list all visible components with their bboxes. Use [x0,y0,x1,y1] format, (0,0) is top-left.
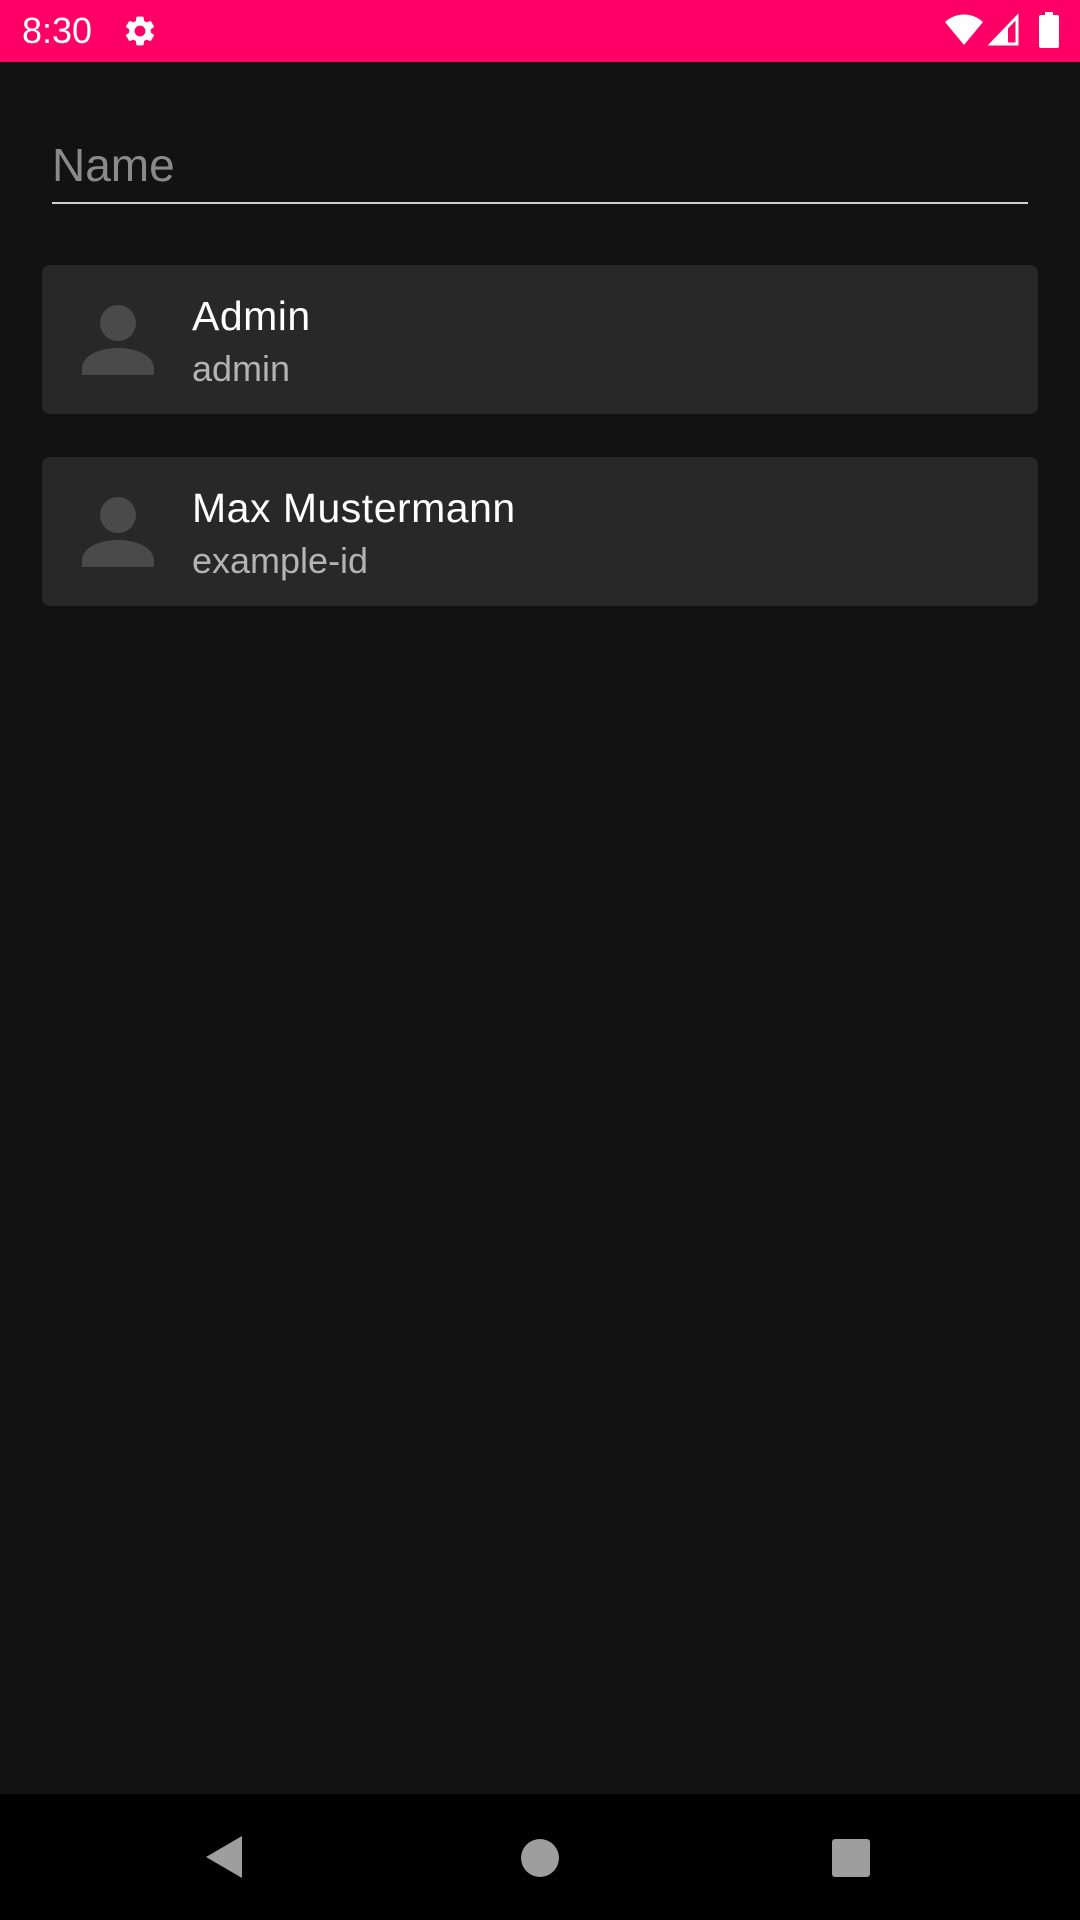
person-icon [82,497,154,567]
user-name: Max Mustermann [192,485,516,531]
navigation-bar [0,1794,1080,1920]
home-icon[interactable] [520,1838,560,1878]
gear-icon [125,16,155,46]
user-id: example-id [192,540,369,581]
user-list: Admin admin Max Mustermann example-id [42,265,1038,649]
back-icon[interactable] [204,1834,244,1880]
signal-icon [988,13,1019,46]
wifi-icon [945,14,983,45]
user-card[interactable]: Admin admin [42,265,1038,414]
user-id: admin [192,348,291,389]
person-icon [82,305,154,375]
status-bar: 8:30 [0,0,1080,62]
name-field [52,130,1028,204]
screen: 8:30 Admin admin [0,0,1080,1920]
user-card[interactable]: Max Mustermann example-id [42,457,1038,606]
name-input[interactable] [52,130,1028,200]
recents-icon[interactable] [831,1838,871,1878]
battery-icon [1039,12,1059,48]
user-name: Admin [192,293,311,339]
status-time: 8:30 [22,10,93,51]
